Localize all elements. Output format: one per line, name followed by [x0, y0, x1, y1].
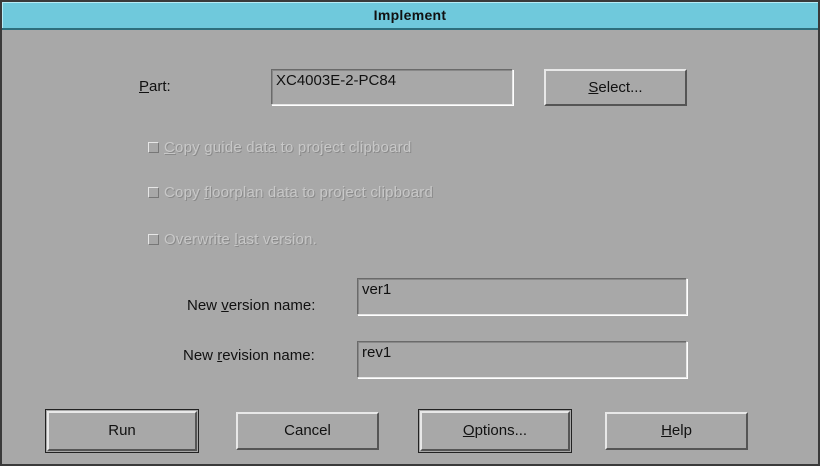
- version-name-label: New version name:: [187, 297, 315, 314]
- help-hotkey: H: [661, 422, 672, 439]
- copy-guide-checkbox[interactable]: [148, 142, 159, 153]
- cancel-button[interactable]: Cancel: [236, 412, 379, 450]
- implement-dialog: Implement Part: XC4003E-2-PC84 Select...…: [0, 0, 820, 466]
- overwrite-version-checkbox-row[interactable]: Overwrite last version.: [148, 231, 317, 248]
- run-label: Run: [108, 422, 136, 439]
- version-label-prefix: New: [187, 297, 222, 314]
- copy-floorplan-checkbox[interactable]: [148, 187, 159, 198]
- version-name-input[interactable]: ver1: [357, 278, 687, 315]
- revision-name-input[interactable]: rev1: [357, 341, 687, 378]
- options-button[interactable]: Options...: [418, 409, 572, 453]
- copy-floorplan-label: Copy floorplan data to project clipboard: [164, 184, 433, 201]
- revision-label-prefix: New: [183, 347, 218, 364]
- copy-guide-label: Copy guide data to project clipboard: [164, 139, 411, 156]
- revision-name-label: New revision name:: [183, 347, 315, 364]
- options-label-rest: ptions...: [474, 422, 528, 439]
- dialog-title: Implement: [373, 7, 447, 23]
- overwrite-rest: ast version.: [237, 231, 317, 248]
- copy-guide-hotkey: C: [164, 139, 176, 156]
- dialog-title-bar[interactable]: Implement: [2, 2, 818, 30]
- version-label-rest: ersion name:: [228, 297, 316, 314]
- part-label: Part:: [139, 78, 171, 95]
- select-hotkey: S: [588, 79, 599, 96]
- overwrite-prefix: Overwrite: [164, 231, 235, 248]
- cancel-label: Cancel: [284, 422, 331, 439]
- part-value: XC4003E-2-PC84: [276, 72, 397, 89]
- part-label-rest: art:: [149, 78, 171, 95]
- overwrite-version-label: Overwrite last version.: [164, 231, 317, 248]
- options-hotkey: O: [462, 422, 475, 439]
- overwrite-version-checkbox[interactable]: [148, 234, 159, 245]
- part-label-hotkey: P: [139, 78, 150, 95]
- select-label-rest: elect...: [598, 79, 643, 96]
- help-button[interactable]: Help: [605, 412, 748, 450]
- help-label-rest: elp: [671, 422, 692, 439]
- version-label-hotkey: v: [221, 297, 229, 314]
- part-field: XC4003E-2-PC84: [271, 69, 513, 105]
- revision-label-rest: evision name:: [222, 347, 315, 364]
- run-button[interactable]: Run: [45, 409, 199, 453]
- select-button[interactable]: Select...: [544, 69, 687, 106]
- copy-guide-rest: opy guide data to project clipboard: [175, 139, 412, 156]
- copy-floorplan-rest: loorplan data to project clipboard: [208, 184, 434, 201]
- version-name-value: ver1: [362, 281, 392, 298]
- copy-floorplan-prefix: Copy: [164, 184, 205, 201]
- revision-name-value: rev1: [362, 344, 392, 361]
- copy-guide-checkbox-row[interactable]: Copy guide data to project clipboard: [148, 139, 411, 156]
- copy-floorplan-checkbox-row[interactable]: Copy floorplan data to project clipboard: [148, 184, 433, 201]
